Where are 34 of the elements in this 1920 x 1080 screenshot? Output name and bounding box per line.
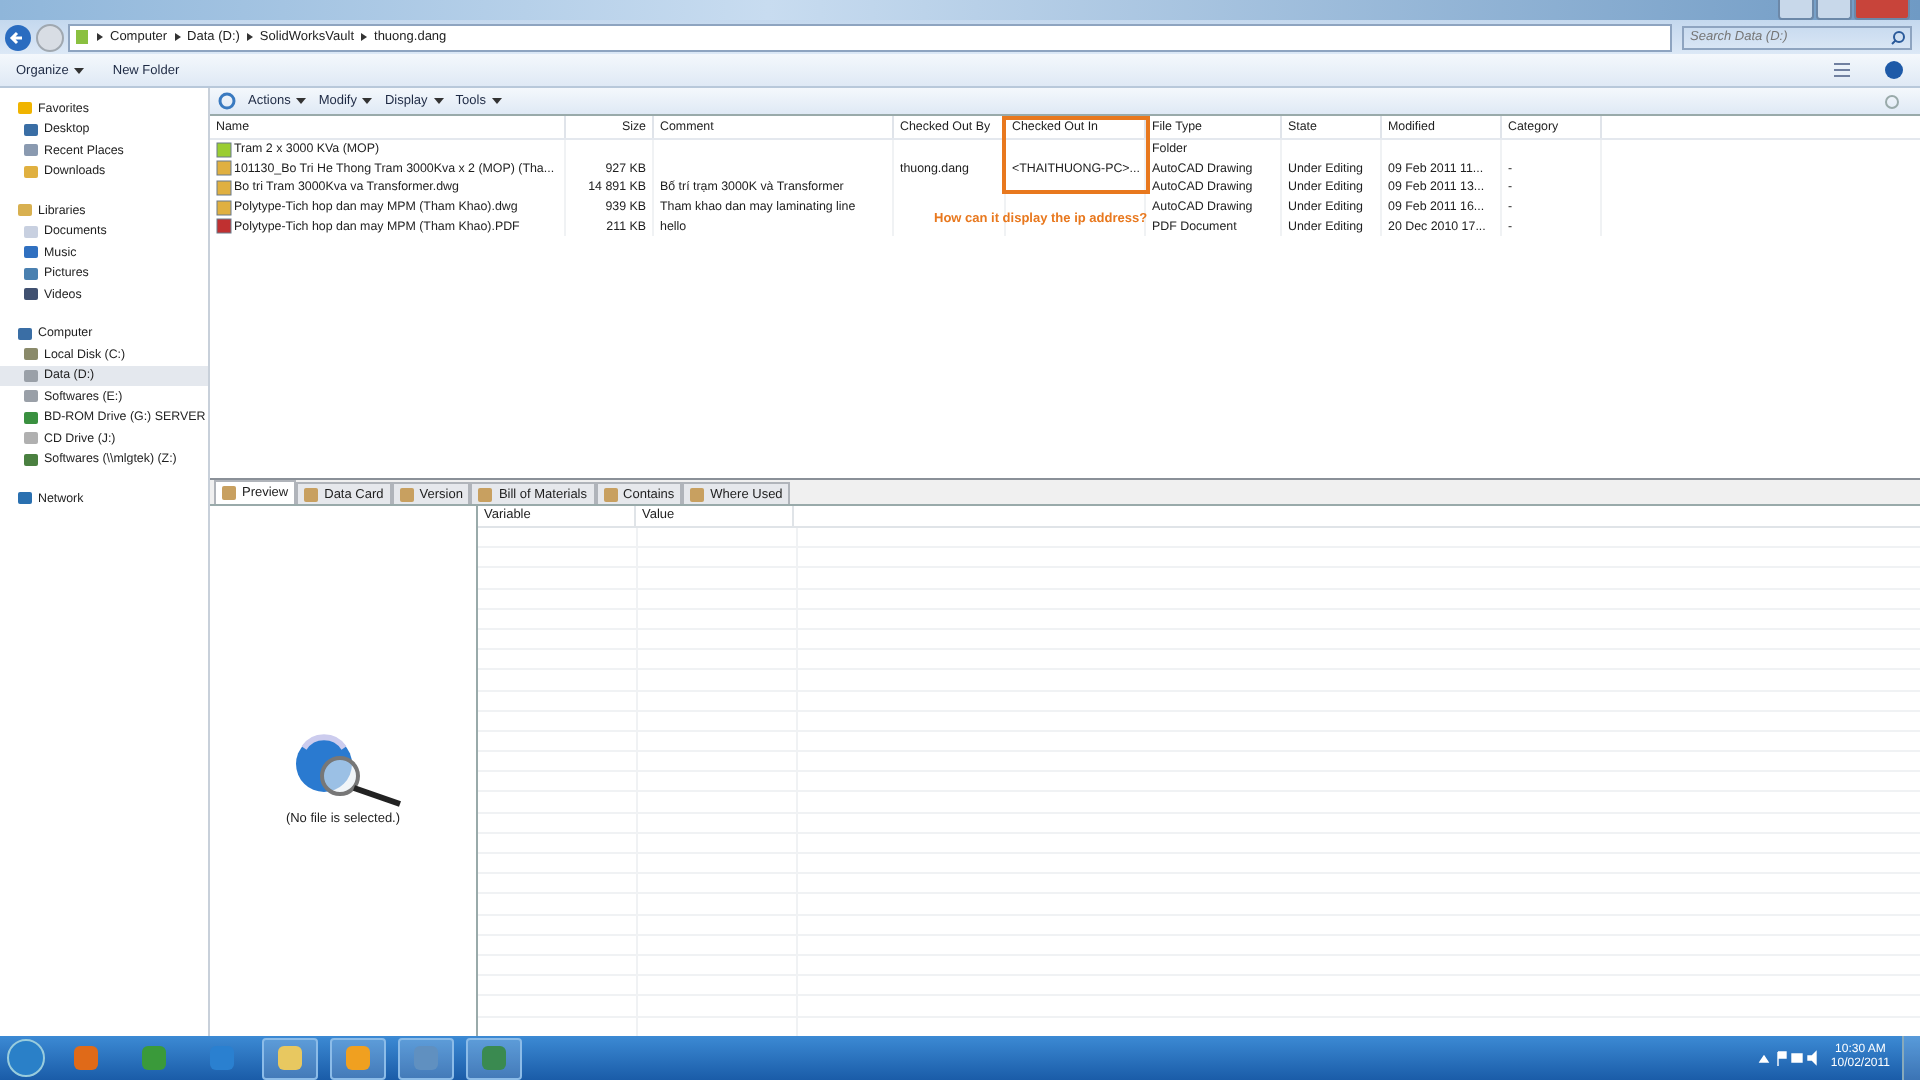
tab-icon (690, 487, 705, 501)
caret-icon (491, 98, 502, 104)
taskbar-app-button[interactable] (466, 1037, 522, 1079)
tab-icon (222, 486, 236, 500)
help-icon[interactable] (1884, 60, 1904, 80)
maximize-button[interactable] (1816, 0, 1852, 20)
caret-icon (433, 98, 444, 104)
close-button[interactable] (1854, 0, 1910, 20)
minimize-button[interactable] (1778, 0, 1814, 20)
nav-icon (18, 204, 32, 217)
start-button[interactable] (6, 1038, 46, 1078)
system-tray-icons[interactable] (1758, 1050, 1819, 1066)
chevron-icon (245, 32, 254, 42)
caret-icon (296, 98, 307, 104)
nav-icon (18, 102, 32, 115)
taskbar-app-button[interactable] (398, 1037, 454, 1079)
chevron-icon (360, 32, 369, 42)
chevron-icon (173, 32, 182, 42)
tab-icon (304, 487, 319, 501)
search-icon[interactable] (1890, 29, 1906, 45)
view-options-icon[interactable] (1832, 62, 1856, 78)
tab-icon (603, 487, 618, 501)
chevron-icon (96, 32, 104, 42)
taskbar-app-button[interactable] (262, 1037, 318, 1079)
show-desktop-button[interactable] (1902, 1036, 1920, 1080)
taskbar-app-button[interactable] (330, 1037, 386, 1079)
nav-icon (18, 327, 32, 340)
tab-icon (478, 487, 493, 501)
back-button[interactable] (4, 23, 32, 51)
caret-icon (362, 98, 373, 104)
nav-icon (18, 492, 32, 505)
tab-icon (399, 487, 414, 501)
folder-icon (74, 28, 90, 46)
refresh-icon[interactable] (218, 92, 236, 110)
